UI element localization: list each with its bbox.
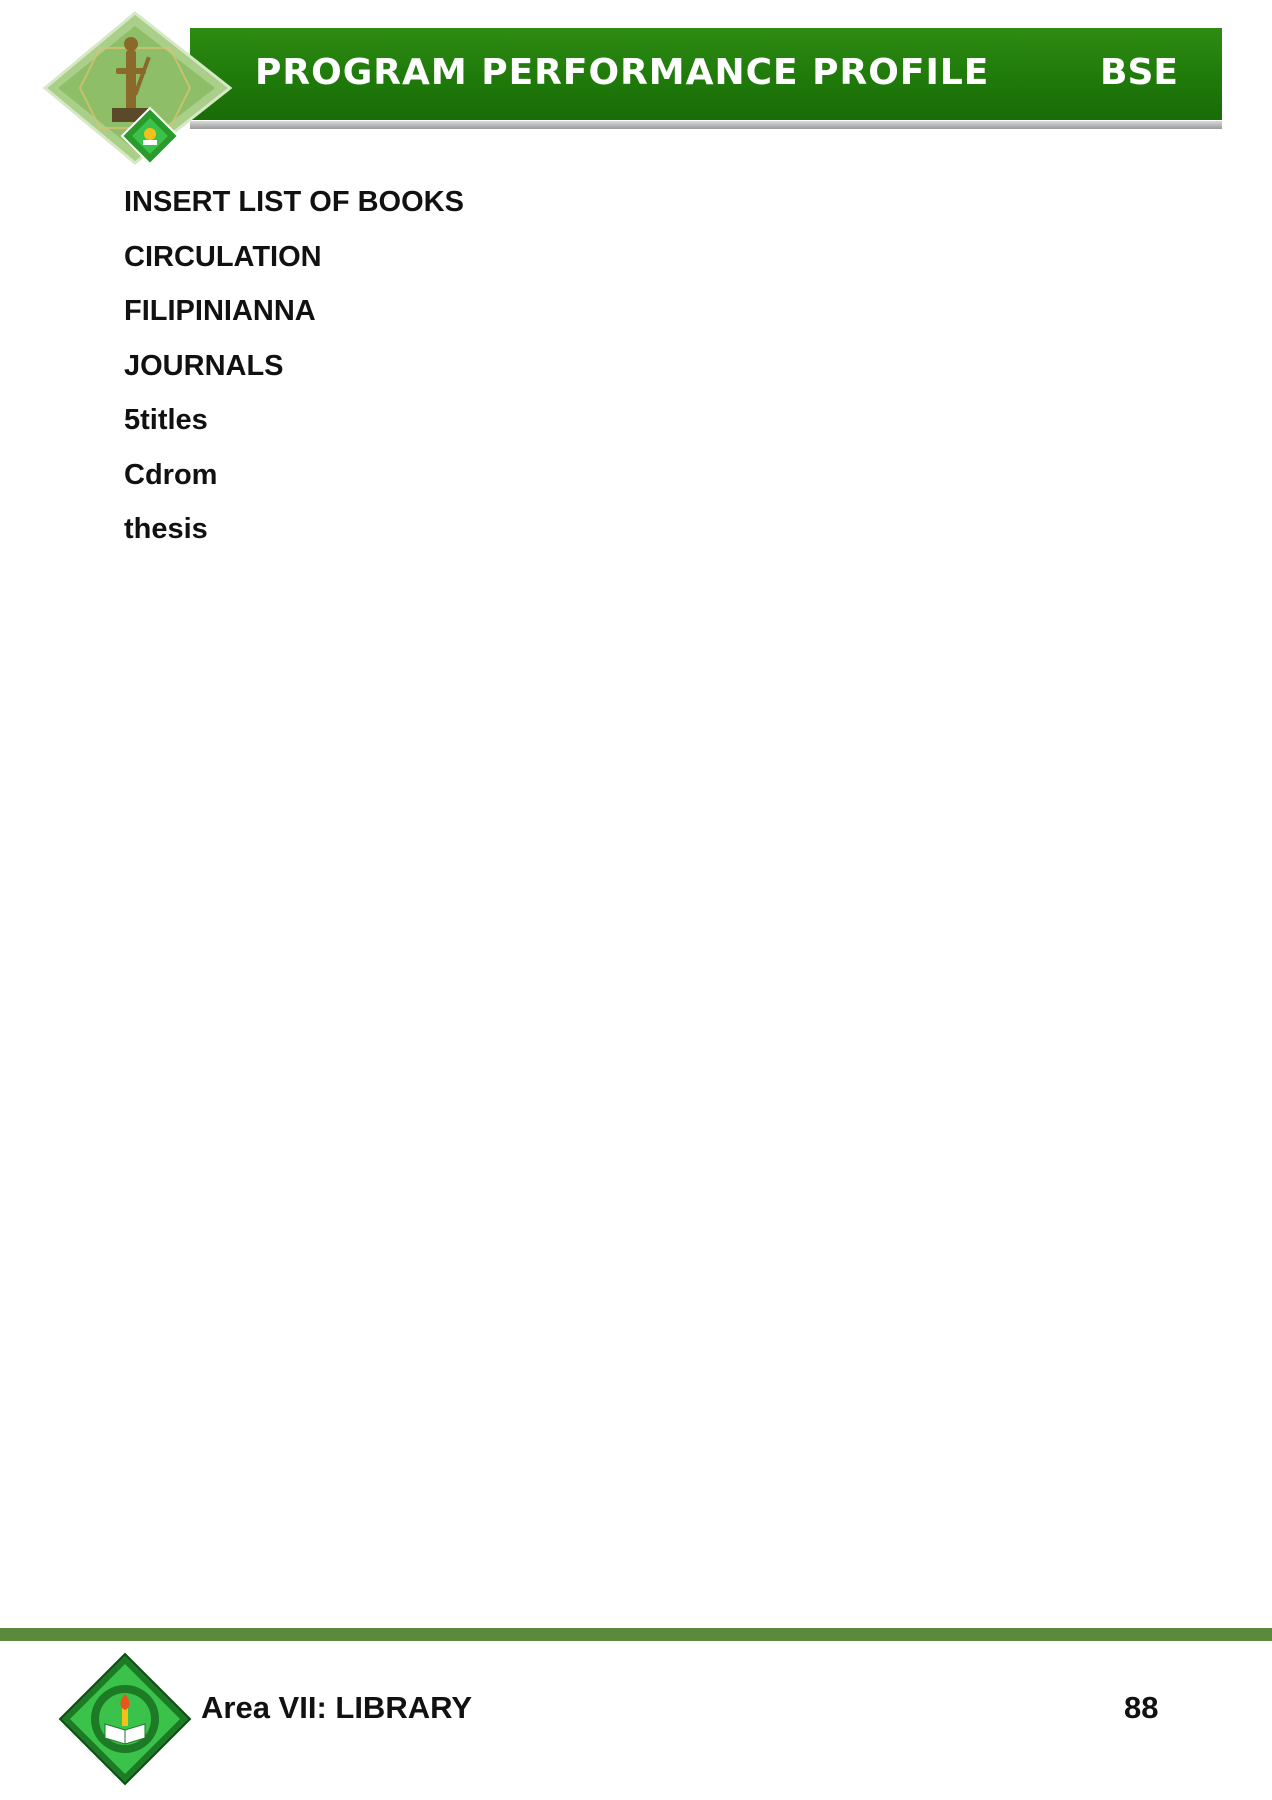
library-holdings-list: INSERT LIST OF BOOKS CIRCULATION FILIPIN… xyxy=(124,182,464,564)
header-underline xyxy=(190,121,1222,129)
footer-rule xyxy=(0,1628,1272,1641)
list-item: JOURNALS xyxy=(124,349,284,382)
page-title: PROGRAM PERFORMANCE PROFILE xyxy=(255,52,990,93)
page-number: 88 xyxy=(1124,1690,1159,1725)
university-seal-icon xyxy=(58,1652,192,1786)
area-label: Area VII: LIBRARY xyxy=(201,1690,473,1725)
university-emblem-icon xyxy=(42,11,233,166)
list-item: FILIPINIANNA xyxy=(124,295,316,327)
list-item: CIRCULATION xyxy=(124,240,322,273)
list-item: 5titles xyxy=(124,404,208,436)
list-item: thesis xyxy=(124,513,208,545)
program-code: BSE xyxy=(1100,52,1178,93)
list-item: INSERT LIST OF BOOKS xyxy=(124,186,464,218)
list-item: Cdrom xyxy=(124,458,218,491)
